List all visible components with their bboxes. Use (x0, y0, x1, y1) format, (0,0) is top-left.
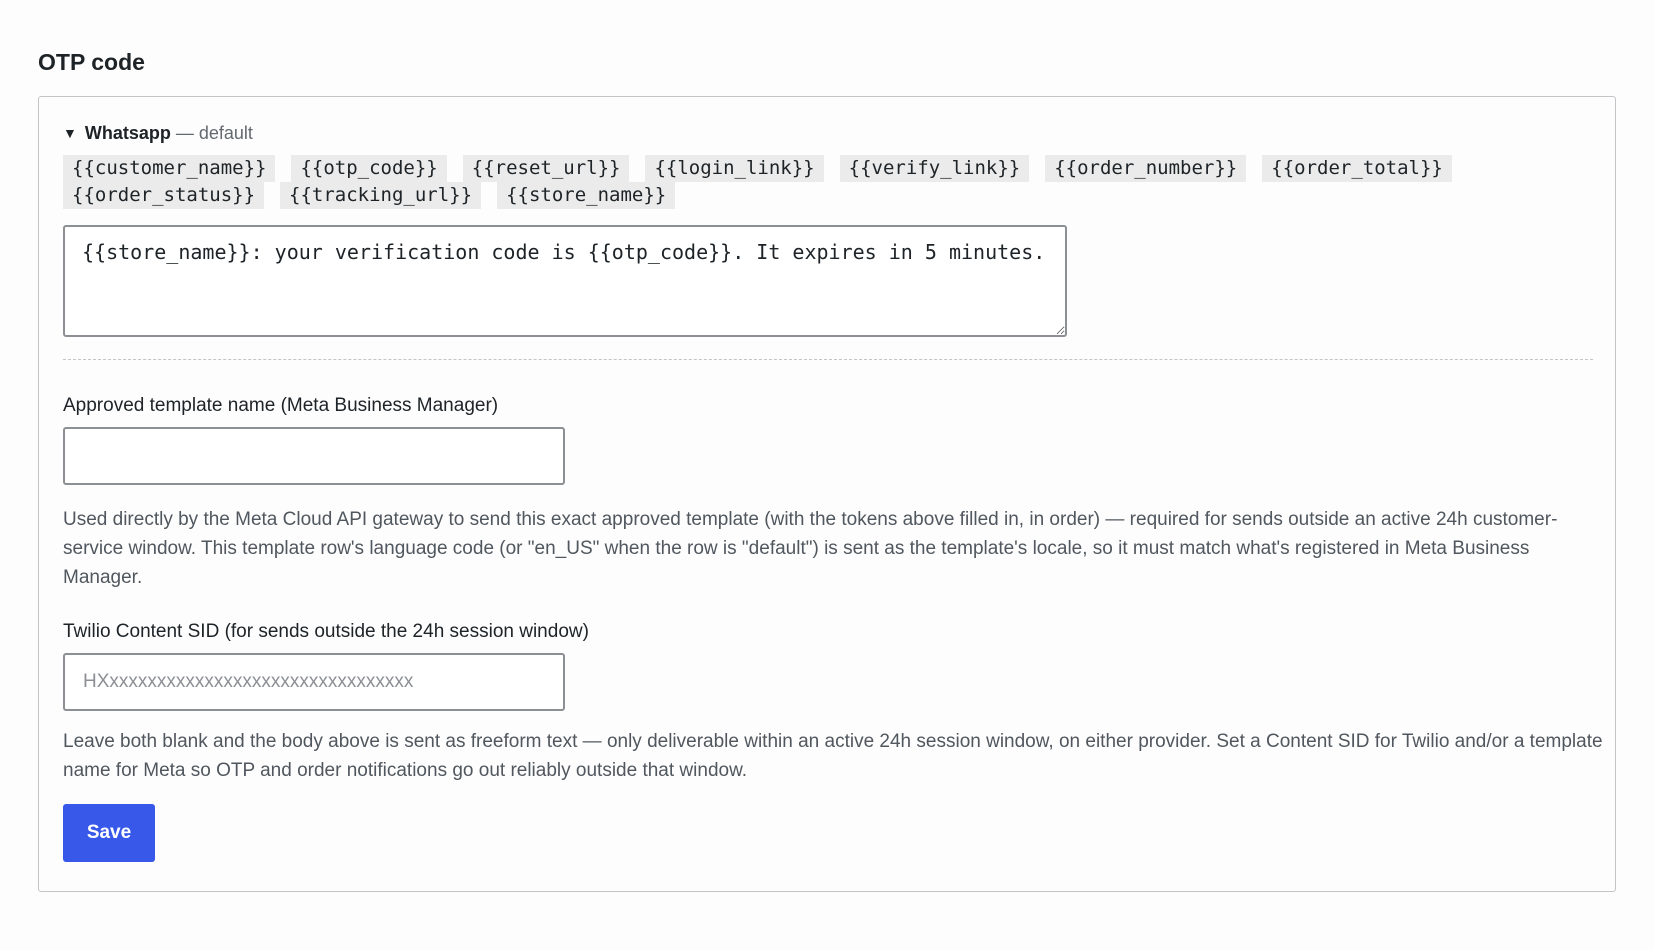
meta-template-label: Approved template name (Meta Business Ma… (63, 395, 499, 416)
locale-label: default (198, 123, 253, 143)
save-button[interactable]: Save (63, 804, 155, 862)
token: {{otp_code}} (291, 155, 447, 182)
section-title: OTP code (38, 49, 145, 75)
separator: — (175, 123, 194, 143)
divider (63, 359, 1593, 360)
twilio-sid-input[interactable] (63, 653, 565, 711)
triangle-down-icon: ▼ (63, 125, 77, 141)
token: {{store_name}} (497, 182, 676, 209)
meta-template-help: Used directly by the Meta Cloud API gate… (63, 509, 1558, 588)
token: {{login_link}} (645, 155, 824, 182)
token: {{verify_link}} (839, 155, 1030, 182)
channel-name: Whatsapp (84, 123, 171, 143)
template-card: ▼ Whatsapp — default {{customer_name}} {… (38, 96, 1616, 892)
token: {{order_status}} (63, 182, 265, 209)
twilio-sid-help: Leave both blank and the body above is s… (63, 731, 1603, 781)
message-body-textarea[interactable] (63, 225, 1067, 337)
page: OTP code ▼ Whatsapp — default {{customer… (0, 0, 1654, 951)
token: {{order_number}} (1045, 155, 1247, 182)
token: {{customer_name}} (63, 155, 276, 182)
twilio-sid-label: Twilio Content SID (for sends outside th… (63, 621, 589, 642)
meta-template-input[interactable] (63, 427, 565, 485)
token: {{reset_url}} (462, 155, 630, 182)
token: {{tracking_url}} (280, 182, 482, 209)
token: {{order_total}} (1262, 155, 1452, 182)
token-list: {{customer_name}} {{otp_code}} {{reset_u… (63, 155, 1463, 209)
template-row-toggle[interactable]: ▼ Whatsapp — default (63, 121, 1591, 145)
